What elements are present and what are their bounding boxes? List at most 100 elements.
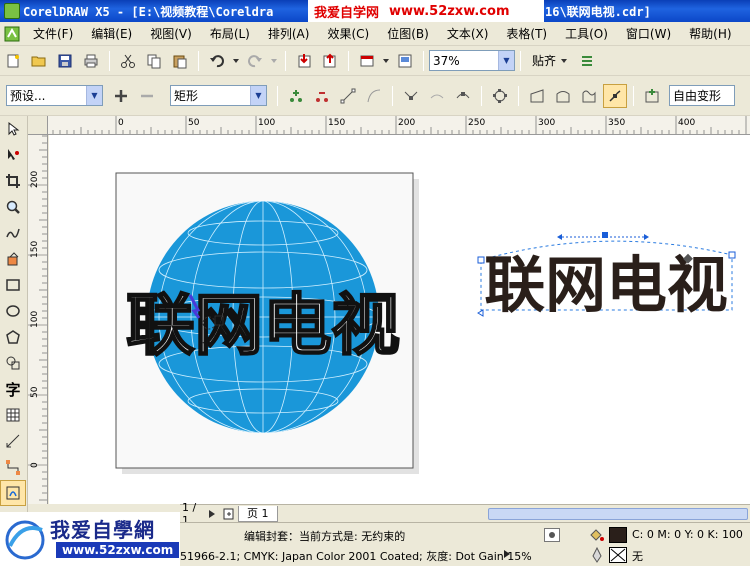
color-profile-info: 51966-2.1; CMYK: Japan Color 2001 Coated… (180, 550, 532, 563)
welcome-screen-icon[interactable] (393, 49, 417, 73)
add-page-icon[interactable] (221, 506, 237, 522)
menu-layout[interactable]: 布局(L) (201, 25, 259, 42)
polygon-tool-icon[interactable] (0, 324, 26, 350)
toolbar-separator (520, 50, 521, 71)
envelope-double-arc-icon[interactable] (577, 84, 601, 108)
new-document-icon[interactable] (1, 49, 25, 73)
zoom-level-select[interactable]: 37% ▼ (429, 50, 515, 71)
preset-select[interactable]: 预设... ▼ (6, 85, 103, 106)
vertical-ruler[interactable]: 200 150 100 50 0 (28, 135, 48, 504)
text-tool-icon[interactable]: 字 (0, 376, 26, 402)
menu-table[interactable]: 表格(T) (497, 25, 556, 42)
convert-to-curve-icon[interactable] (362, 84, 386, 108)
horizontal-ruler[interactable]: 0 50 100 150 200 250 300 350 400 (48, 116, 750, 135)
tab-page-1[interactable]: 页 1 (238, 505, 278, 522)
envelope-mode-icon[interactable] (488, 84, 512, 108)
copy-icon[interactable] (142, 49, 166, 73)
pick-tool-icon[interactable] (0, 116, 26, 142)
menu-arrange[interactable]: 排列(A) (259, 25, 319, 42)
open-folder-icon[interactable] (27, 49, 51, 73)
menu-edit[interactable]: 编辑(E) (82, 25, 141, 42)
add-new-envelope-icon[interactable] (640, 84, 664, 108)
envelope-text-selection[interactable]: 联网电视 (477, 232, 736, 321)
mapping-mode-value: 矩形 (174, 89, 199, 103)
options-icon[interactable] (575, 49, 599, 73)
chevron-right-icon[interactable] (503, 549, 511, 559)
envelope-unconstrained-icon[interactable] (603, 83, 627, 108)
chevron-down-icon[interactable]: ▼ (86, 86, 102, 105)
cut-icon[interactable] (116, 49, 140, 73)
chevron-down-icon[interactable]: ▼ (498, 51, 514, 70)
freehand-tool-icon[interactable] (0, 220, 26, 246)
selected-text-label[interactable]: 联网电视 (484, 250, 728, 321)
zoom-tool-icon[interactable] (0, 194, 26, 220)
horizontal-scrollbar[interactable] (487, 507, 748, 520)
envelope-node-handle[interactable] (477, 256, 485, 264)
undo-icon[interactable] (205, 49, 229, 73)
menu-text[interactable]: 文本(X) (438, 25, 498, 42)
chevron-down-icon[interactable]: ▼ (250, 86, 266, 105)
symmetrical-node-icon[interactable] (451, 84, 475, 108)
basic-shapes-tool-icon[interactable] (0, 350, 26, 376)
toolbar-separator (481, 85, 482, 106)
rectangle-tool-icon[interactable] (0, 272, 26, 298)
undo-dropdown-icon[interactable] (231, 49, 241, 73)
snap-to-button[interactable]: 贴齐 (526, 50, 574, 72)
next-page-icon[interactable] (205, 506, 219, 522)
add-preset-icon[interactable] (109, 84, 133, 108)
interactive-tool-icon[interactable] (0, 480, 26, 506)
ruler-tick-label: 150 (30, 241, 40, 258)
toolbar-separator (518, 85, 519, 106)
mapping-mode-select[interactable]: 矩形 ▼ (170, 85, 267, 106)
menu-view[interactable]: 视图(V) (141, 25, 201, 42)
envelope-node-handle[interactable] (728, 251, 736, 259)
envelope-single-arc-icon[interactable] (551, 84, 575, 108)
print-icon[interactable] (79, 49, 103, 73)
fill-color-swatch[interactable] (609, 527, 627, 543)
watermark-url: www.52zxw.com (389, 3, 510, 19)
ruler-origin[interactable] (28, 116, 48, 135)
table-tool-icon[interactable] (0, 402, 26, 428)
page-tab-label: 页 1 (247, 507, 269, 520)
import-icon[interactable] (292, 49, 316, 73)
convert-to-line-icon[interactable] (336, 84, 360, 108)
outline-color-swatch[interactable] (609, 547, 627, 563)
launcher-dropdown-icon[interactable] (381, 49, 391, 73)
transform-mode-value: 自由变形 (673, 89, 722, 103)
paste-icon[interactable] (168, 49, 192, 73)
smart-fill-tool-icon[interactable] (0, 246, 26, 272)
save-icon[interactable] (53, 49, 77, 73)
dimension-tool-icon[interactable] (0, 428, 26, 454)
redo-dropdown-icon[interactable] (269, 49, 279, 73)
toolbar-separator (285, 50, 286, 71)
menu-tools[interactable]: 工具(O) (556, 25, 617, 42)
transform-mode-select[interactable]: 自由变形 (669, 85, 735, 106)
menu-file[interactable]: 文件(F) (24, 25, 82, 42)
envelope-straight-line-icon[interactable] (525, 84, 549, 108)
envelope-text-on-globe[interactable]: 联网电视 (125, 285, 401, 365)
drawing-canvas[interactable]: 联网电视 联网电视 (49, 135, 750, 504)
shape-tool-icon[interactable] (0, 142, 26, 168)
smooth-node-icon[interactable] (425, 84, 449, 108)
redo-icon[interactable] (243, 49, 267, 73)
toolbar-separator (109, 50, 110, 71)
snapshot-icon[interactable] (544, 528, 560, 542)
delete-nodes-icon[interactable] (310, 84, 334, 108)
export-icon[interactable] (318, 49, 342, 73)
document-icon[interactable] (0, 22, 24, 46)
menu-window[interactable]: 窗口(W) (617, 25, 680, 42)
cusp-node-icon[interactable] (399, 84, 423, 108)
menu-effects[interactable]: 效果(C) (318, 25, 378, 42)
connector-tool-icon[interactable] (0, 454, 26, 480)
property-bar: 预设... ▼ 矩形 ▼ 自由变形 (0, 76, 750, 116)
globe-text-label[interactable]: 联网电视 (125, 285, 401, 365)
menu-help[interactable]: 帮助(H) (680, 25, 740, 42)
application-launcher-icon[interactable] (355, 49, 379, 73)
add-nodes-icon[interactable] (284, 84, 308, 108)
menu-bitmaps[interactable]: 位图(B) (378, 25, 438, 42)
ellipse-tool-icon[interactable] (0, 298, 26, 324)
menu-bar: 文件(F) 编辑(E) 视图(V) 布局(L) 排列(A) 效果(C) 位图(B… (0, 22, 750, 46)
status-message: 编辑封套：当前方式是: 无约束的 (244, 530, 406, 543)
remove-preset-icon[interactable] (135, 84, 159, 108)
crop-tool-icon[interactable] (0, 168, 26, 194)
